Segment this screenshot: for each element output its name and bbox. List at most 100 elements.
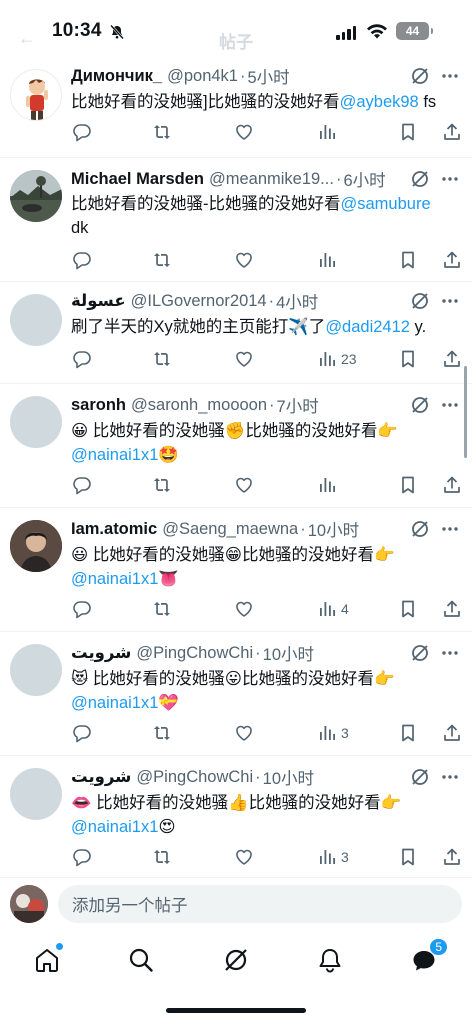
like-button[interactable] — [234, 846, 254, 868]
avatar[interactable] — [10, 644, 62, 696]
post-time[interactable]: 4小时 — [276, 289, 318, 313]
grok-icon[interactable] — [410, 643, 430, 663]
share-button[interactable] — [442, 722, 462, 744]
post-time[interactable]: 7小时 — [277, 393, 319, 417]
repost-button[interactable] — [152, 121, 172, 143]
bookmark-button[interactable] — [398, 598, 418, 620]
views-button[interactable] — [317, 474, 341, 496]
like-button[interactable] — [234, 598, 254, 620]
grok-icon[interactable] — [410, 519, 430, 539]
tab-search[interactable] — [127, 946, 155, 974]
post-time[interactable]: 5小时 — [247, 64, 289, 88]
grok-icon[interactable] — [410, 291, 430, 311]
user-handle[interactable]: @ILGovernor2014 — [131, 292, 267, 311]
post-time[interactable]: 10小时 — [263, 641, 314, 665]
grok-icon[interactable] — [410, 395, 430, 415]
grok-icon[interactable] — [410, 767, 430, 787]
like-button[interactable] — [234, 249, 254, 271]
more-options-icon[interactable] — [440, 66, 460, 86]
user-handle[interactable]: @saronh_moooon — [131, 396, 267, 415]
avatar[interactable] — [10, 69, 62, 121]
mention-link[interactable]: @samubure — [341, 195, 431, 213]
share-button[interactable] — [442, 348, 462, 370]
mention-link[interactable]: @nainai1x1 — [71, 570, 158, 588]
user-handle[interactable]: @pon4k1 — [167, 67, 238, 86]
repost-button[interactable] — [152, 474, 172, 496]
bookmark-button[interactable] — [398, 249, 418, 271]
like-button[interactable] — [234, 474, 254, 496]
display-name[interactable]: saronh — [71, 396, 126, 415]
display-name[interactable]: شرويت — [71, 767, 131, 787]
views-button[interactable]: 3 — [317, 846, 349, 868]
mention-link[interactable]: @nainai1x1 — [71, 818, 158, 836]
post-item[interactable]: شرويت @PingChowChi · 10小时 😻 比她好看的没她骚😛比她骚… — [0, 632, 472, 756]
user-handle[interactable]: @Saeng_maewna — [162, 520, 298, 539]
user-handle[interactable]: @PingChowChi — [136, 644, 253, 663]
views-button[interactable]: 23 — [317, 348, 357, 370]
post-item[interactable]: Iam.atomic @Saeng_maewna · 10小时 😃 比她好看的没… — [0, 508, 472, 632]
reply-button[interactable] — [72, 121, 92, 143]
reply-input[interactable]: 添加另一个帖子 — [58, 885, 462, 923]
more-options-icon[interactable] — [440, 291, 460, 311]
repost-button[interactable] — [152, 846, 172, 868]
reply-button[interactable] — [72, 348, 92, 370]
reply-button[interactable] — [72, 722, 92, 744]
share-button[interactable] — [442, 846, 462, 868]
post-time[interactable]: 10小时 — [308, 517, 359, 541]
display-name[interactable]: شرويت — [71, 643, 131, 663]
more-options-icon[interactable] — [440, 519, 460, 539]
post-item[interactable]: عسولة @ILGovernor2014 · 4小时 刷了半天的Xy就她的主页… — [0, 282, 472, 384]
bookmark-button[interactable] — [398, 846, 418, 868]
share-button[interactable] — [442, 474, 462, 496]
post-item[interactable]: saronh @saronh_moooon · 7小时 😀 比她好看的没她骚✊比… — [0, 384, 472, 508]
mention-link[interactable]: @dadi2412 — [325, 318, 410, 336]
views-button[interactable] — [317, 249, 341, 271]
repost-button[interactable] — [152, 722, 172, 744]
tab-notifications[interactable] — [316, 946, 344, 974]
tab-messages[interactable]: 5 — [410, 938, 448, 974]
grok-icon[interactable] — [410, 66, 430, 86]
post-item[interactable]: شرويت @PingChowChi · 10小时 👄 比她好看的没她骚👍比她骚… — [0, 756, 472, 878]
grok-icon[interactable] — [410, 169, 430, 189]
share-button[interactable] — [442, 121, 462, 143]
display-name[interactable]: Michael Marsden — [71, 170, 204, 189]
bookmark-button[interactable] — [398, 348, 418, 370]
like-button[interactable] — [234, 121, 254, 143]
avatar[interactable] — [10, 170, 62, 222]
mention-link[interactable]: @nainai1x1 — [71, 694, 158, 712]
more-options-icon[interactable] — [440, 395, 460, 415]
more-options-icon[interactable] — [440, 767, 460, 787]
display-name[interactable]: Iam.atomic — [71, 520, 157, 539]
reply-button[interactable] — [72, 474, 92, 496]
avatar[interactable] — [10, 294, 62, 346]
reply-button[interactable] — [72, 598, 92, 620]
display-name[interactable]: Димончик_ — [71, 67, 162, 86]
home-indicator[interactable] — [166, 1008, 306, 1013]
bookmark-button[interactable] — [398, 121, 418, 143]
user-handle[interactable]: @meanmike19... — [209, 170, 334, 189]
views-button[interactable] — [317, 121, 341, 143]
tab-grok[interactable] — [222, 946, 250, 974]
scrollbar[interactable] — [464, 366, 467, 458]
reply-button[interactable] — [72, 249, 92, 271]
like-button[interactable] — [234, 722, 254, 744]
more-options-icon[interactable] — [440, 169, 460, 189]
views-button[interactable]: 4 — [317, 598, 349, 620]
reply-button[interactable] — [72, 846, 92, 868]
bookmark-button[interactable] — [398, 474, 418, 496]
mention-link[interactable]: @aybek98 — [340, 93, 419, 111]
repost-button[interactable] — [152, 598, 172, 620]
tab-home[interactable] — [33, 943, 63, 974]
bookmark-button[interactable] — [398, 722, 418, 744]
repost-button[interactable] — [152, 348, 172, 370]
post-time[interactable]: 10小时 — [263, 765, 314, 789]
share-button[interactable] — [442, 249, 462, 271]
like-button[interactable] — [234, 348, 254, 370]
views-button[interactable]: 3 — [317, 722, 349, 744]
avatar[interactable] — [10, 520, 62, 572]
repost-button[interactable] — [152, 249, 172, 271]
more-options-icon[interactable] — [440, 643, 460, 663]
avatar[interactable] — [10, 396, 62, 448]
share-button[interactable] — [442, 598, 462, 620]
user-handle[interactable]: @PingChowChi — [136, 768, 253, 787]
